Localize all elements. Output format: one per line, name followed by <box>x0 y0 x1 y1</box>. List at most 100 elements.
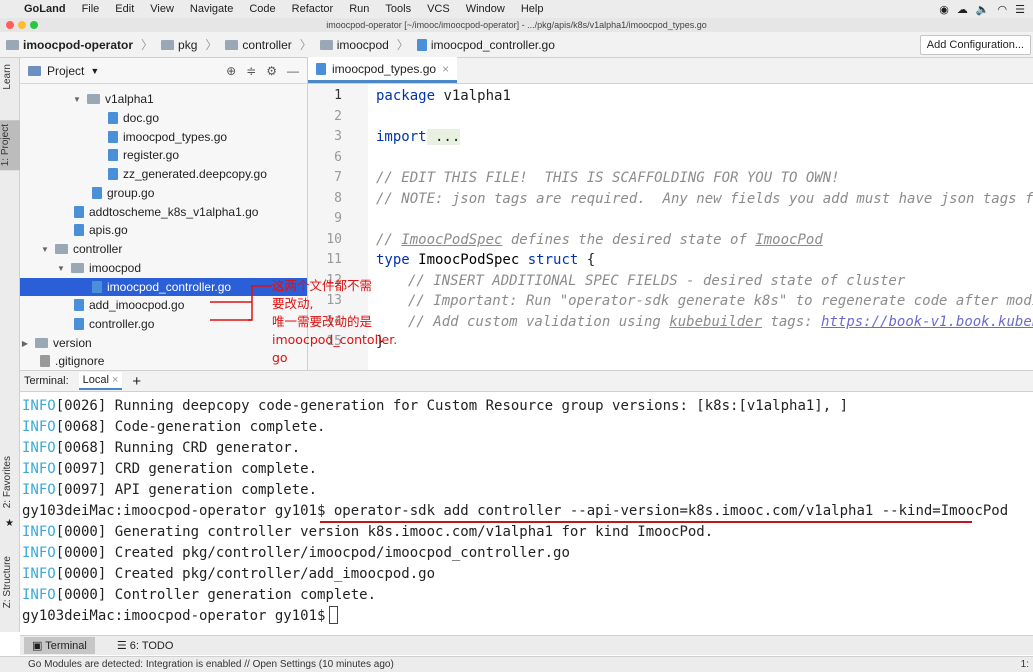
code-line: // INSERT ADDITIONAL SPEC FIELDS - desir… <box>408 272 906 289</box>
go-file-icon <box>92 187 102 199</box>
code-editor[interactable]: package v1alpha1 import ... // EDIT THIS… <box>368 84 1033 370</box>
terminal-tool-tab[interactable]: ▣ Terminal <box>24 637 95 654</box>
tree-folder[interactable]: ▼ v1alpha1 <box>72 90 154 108</box>
terminal-tab-local[interactable]: Local × <box>78 372 123 390</box>
hide-icon[interactable]: — <box>287 64 299 78</box>
menu-vcs[interactable]: VCS <box>419 3 458 15</box>
tree-folder[interactable]: ▼ controller <box>40 240 122 258</box>
tree-folder[interactable]: ▶ version <box>20 334 92 352</box>
menu-tools[interactable]: Tools <box>377 3 419 15</box>
line-number: 3 <box>334 129 342 144</box>
project-view-icon <box>28 65 41 76</box>
structure-tool-tab[interactable]: Z: Structure <box>2 556 13 608</box>
status-position[interactable]: 1: <box>1021 659 1033 670</box>
tree-file[interactable]: register.go <box>108 146 179 164</box>
volume-icon[interactable]: 🔈 <box>976 3 990 16</box>
annotation-bracket <box>210 285 272 321</box>
close-tab-icon[interactable]: × <box>112 374 118 386</box>
breadcrumb-project[interactable]: imoocpod-operator 〉 <box>6 36 153 53</box>
menu-navigate[interactable]: Navigate <box>182 3 241 15</box>
tree-file[interactable]: imoocpod_types.go <box>108 128 227 146</box>
tree-file[interactable]: controller.go <box>74 315 154 333</box>
menu-window[interactable]: Window <box>458 3 513 15</box>
breadcrumb-file[interactable]: imoocpod_controller.go <box>416 38 555 52</box>
go-file-icon <box>108 131 118 143</box>
chevron-down-icon[interactable]: ▼ <box>56 264 66 273</box>
folder-icon <box>225 39 239 50</box>
go-file-icon <box>108 112 118 124</box>
learn-tool-tab[interactable]: Learn <box>2 64 13 90</box>
editor-tab-imoocpod-types[interactable]: imoocpod_types.go × <box>308 57 458 83</box>
breadcrumb-imoocpod[interactable]: imoocpod 〉 <box>319 36 409 53</box>
locate-icon[interactable]: ⊕ <box>226 64 236 78</box>
gear-icon[interactable]: ⚙ <box>266 64 277 78</box>
chevron-down-icon[interactable]: ▼ <box>40 245 50 254</box>
line-number: 6 <box>334 149 342 165</box>
close-window-icon[interactable] <box>6 21 14 29</box>
menu-code[interactable]: Code <box>241 3 283 15</box>
line-number: 8 <box>334 190 342 206</box>
terminal-line: INFO[0000] Created pkg/controller/add_im… <box>22 566 436 582</box>
go-file-icon <box>74 224 84 236</box>
tree-item-label: apis.go <box>89 223 128 237</box>
traffic-lights <box>6 21 38 29</box>
tree-file[interactable]: addtoscheme_k8s_v1alpha1.go <box>74 203 258 221</box>
breadcrumb-pkg[interactable]: pkg 〉 <box>161 36 217 53</box>
menu-file[interactable]: File <box>74 3 108 15</box>
chevron-down-icon[interactable]: ▼ <box>90 66 99 76</box>
annotation-note: 这两个文件都不需 要改动, 唯一需要改动的是 imoocpod_contolle… <box>272 277 412 367</box>
go-file-icon <box>316 62 326 75</box>
terminal-label: Terminal: <box>24 375 69 387</box>
tree-file[interactable]: group.go <box>92 184 154 202</box>
app-menu[interactable]: GoLand <box>16 3 74 15</box>
menu-view[interactable]: View <box>142 3 182 15</box>
favorites-tool-tab[interactable]: 2: Favorites <box>2 456 13 508</box>
tree-item-label: register.go <box>123 148 180 162</box>
todo-tool-tab[interactable]: ☰ 6: TODO <box>109 637 182 654</box>
terminal-line: INFO[0097] API generation complete. <box>22 482 318 498</box>
folder-icon <box>319 39 333 50</box>
project-panel-title[interactable]: Project <box>47 64 84 78</box>
code-line: // EDIT THIS FILE! THIS IS SCAFFOLDING F… <box>376 170 840 186</box>
tree-item-label: imoocpod_types.go <box>123 130 228 144</box>
project-tool-tab[interactable]: 1: Project <box>0 120 20 171</box>
tree-file[interactable]: add_imoocpod.go <box>74 296 184 314</box>
terminal-line: INFO[0000] Generating controller version… <box>22 524 714 540</box>
tree-item-label: addtoscheme_k8s_v1alpha1.go <box>89 205 259 219</box>
annotation-line: 这两个文件都不需 <box>272 278 373 293</box>
go-file-icon <box>108 149 118 161</box>
menu-help[interactable]: Help <box>513 3 552 15</box>
code-line: type ImoocPodSpec struct { <box>376 252 596 268</box>
close-tab-icon[interactable]: × <box>442 62 449 76</box>
chevron-right-icon[interactable]: ▶ <box>20 339 30 348</box>
left-tool-strip-lower: 2: Favorites ★ Z: Structure <box>0 370 20 632</box>
new-terminal-button[interactable]: + <box>132 373 141 390</box>
menu-edit[interactable]: Edit <box>107 3 142 15</box>
window-title: imoocpod-operator [~/imooc/imoocpod-oper… <box>326 20 707 30</box>
chevron-down-icon[interactable]: ▼ <box>72 95 82 104</box>
tree-file[interactable]: zz_generated.deepcopy.go <box>108 165 267 183</box>
menu-extra-icon[interactable]: ☰ <box>1015 3 1025 16</box>
zoom-window-icon[interactable] <box>30 21 38 29</box>
folder-icon <box>35 338 48 348</box>
tree-file[interactable]: .gitignore <box>40 352 104 370</box>
status-bar: Go Modules are detected: Integration is … <box>0 656 1033 672</box>
record-icon[interactable]: ◉ <box>939 3 949 16</box>
tree-file[interactable]: doc.go <box>108 109 159 127</box>
folder-icon <box>55 244 68 254</box>
collapse-all-icon[interactable]: ≑ <box>246 64 256 78</box>
tree-item-label: zz_generated.deepcopy.go <box>123 167 267 181</box>
tree-folder[interactable]: ▼ imoocpod <box>56 259 141 277</box>
terminal-line: INFO[0026] Running deepcopy code-generat… <box>22 398 849 414</box>
minimize-window-icon[interactable] <box>18 21 26 29</box>
wifi-icon[interactable]: ◠ <box>998 3 1008 16</box>
terminal-output[interactable]: INFO[0026] Running deepcopy code-generat… <box>20 392 1033 632</box>
status-message[interactable]: Go Modules are detected: Integration is … <box>28 659 394 670</box>
tree-file[interactable]: apis.go <box>74 221 128 239</box>
menu-refactor[interactable]: Refactor <box>284 3 342 15</box>
menu-run[interactable]: Run <box>341 3 377 15</box>
add-configuration-button[interactable]: Add Configuration... <box>919 34 1031 55</box>
cloud-icon[interactable]: ☁ <box>957 3 968 16</box>
line-number: 10 <box>326 231 342 247</box>
breadcrumb-controller[interactable]: controller 〉 <box>225 36 312 53</box>
